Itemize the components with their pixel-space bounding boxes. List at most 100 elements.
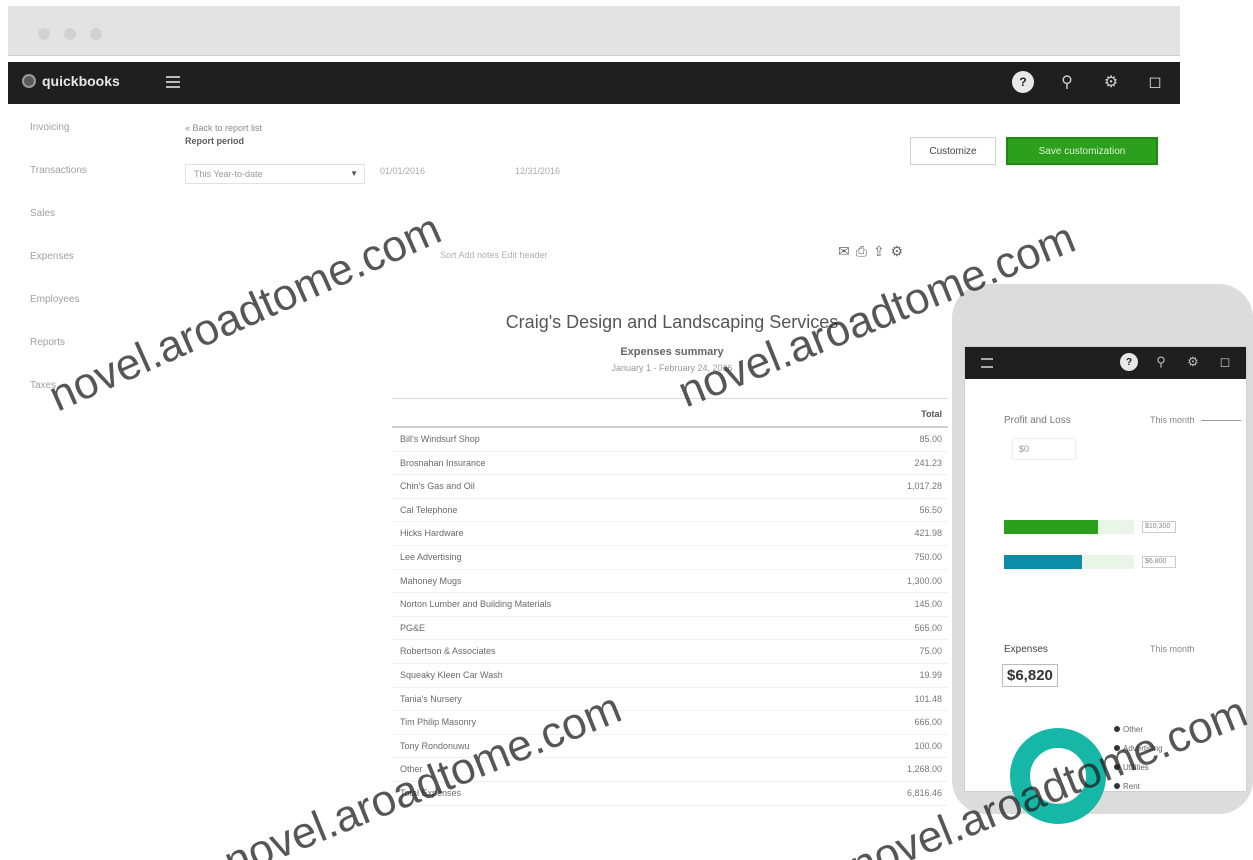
minimize-window-dot[interactable]: [64, 28, 76, 40]
email-icon[interactable]: ✉: [838, 243, 850, 260]
row-amount[interactable]: 241.23: [914, 458, 942, 468]
row-amount[interactable]: 19.99: [919, 670, 942, 680]
report-settings-icon[interactable]: ⚙: [891, 243, 904, 260]
search-icon[interactable]: ⚲: [1056, 71, 1078, 93]
profit-loss-value: $0: [1012, 438, 1076, 460]
sidebar-item-taxes[interactable]: Taxes: [30, 376, 140, 419]
row-amount[interactable]: 565.00: [914, 623, 942, 633]
row-label: Robertson & Associates: [400, 646, 496, 657]
row-label: Squeaky Kleen Car Wash: [400, 669, 503, 680]
report-toolbar-text[interactable]: Sort Add notes Edit header: [440, 250, 548, 260]
total-column-header[interactable]: Total: [921, 409, 942, 419]
maximize-window-dot[interactable]: [90, 28, 102, 40]
row-amount[interactable]: 75.00: [919, 646, 942, 656]
donut-legend: Other Advertising Utilities Rent: [1114, 720, 1163, 796]
table-row[interactable]: Total Expenses 6,816.46: [392, 782, 948, 806]
customize-button[interactable]: Customize: [910, 137, 996, 165]
table-row[interactable]: Chin's Gas and Oil 1,017.28: [392, 475, 948, 499]
row-amount[interactable]: 6,816.46: [907, 788, 942, 798]
expenses-donut-chart[interactable]: [1004, 722, 1112, 830]
phone-menu-icon[interactable]: [981, 358, 993, 368]
row-label: Total Expenses: [400, 787, 462, 798]
sidebar-item-transactions[interactable]: Transactions: [30, 161, 140, 204]
sidebar-item-expenses[interactable]: Expenses: [30, 247, 140, 290]
row-label: Lee Advertising: [400, 551, 462, 562]
expenses-period-dropdown[interactable]: This month: [1150, 644, 1195, 654]
table-row[interactable]: Hicks Hardware 421.98: [392, 522, 948, 546]
table-row[interactable]: Squeaky Kleen Car Wash 19.99: [392, 664, 948, 688]
row-amount[interactable]: 56.50: [919, 505, 942, 515]
sidebar-item-reports[interactable]: Reports: [30, 333, 140, 376]
row-label: Chin's Gas and Oil: [400, 481, 475, 492]
header-actions: ? ⚲ ⚙ ◻: [1012, 71, 1166, 93]
notifications-icon[interactable]: ◻: [1144, 71, 1166, 93]
close-window-dot[interactable]: [38, 28, 50, 40]
table-row[interactable]: Robertson & Associates 75.00: [392, 640, 948, 664]
row-label: PG&E: [400, 622, 426, 633]
table-row[interactable]: Other 1,268.00: [392, 758, 948, 782]
table-row[interactable]: Tim Philip Masonry 666.00: [392, 711, 948, 735]
table-row[interactable]: Norton Lumber and Building Materials 145.…: [392, 593, 948, 617]
help-icon[interactable]: ?: [1012, 71, 1034, 93]
row-amount[interactable]: 1,017.28: [907, 481, 942, 491]
date-to-field[interactable]: 12/31/2016: [515, 166, 560, 176]
settings-icon[interactable]: ⚙: [1100, 71, 1122, 93]
legend-swatch-icon: [1114, 764, 1120, 770]
table-row[interactable]: Brosnahan Insurance 241.23: [392, 452, 948, 476]
window-controls[interactable]: [38, 28, 102, 40]
row-amount[interactable]: 1,300.00: [907, 576, 942, 586]
row-label: Bill's Windsurf Shop: [400, 434, 480, 444]
income-bar[interactable]: [1004, 520, 1134, 534]
report-toolbar-icons: ✉ ⎙ ⇪ ⚙: [838, 243, 903, 260]
report-period-select[interactable]: This Year-to-date ▼: [185, 164, 365, 184]
table-row[interactable]: Cal Telephone 56.50: [392, 499, 948, 523]
table-row[interactable]: Bill's Windsurf Shop 85.00: [392, 428, 948, 452]
legend-swatch-icon: [1114, 726, 1120, 732]
table-row[interactable]: Tony Rondonuwu 100.00: [392, 735, 948, 759]
sidebar-item-employees[interactable]: Employees: [30, 290, 140, 333]
row-amount[interactable]: 666.00: [914, 717, 942, 727]
menu-icon[interactable]: [166, 76, 180, 88]
profit-loss-label: Profit and Loss: [1004, 415, 1071, 426]
row-amount[interactable]: 1,268.00: [907, 764, 942, 774]
phone-settings-icon[interactable]: ⚙: [1184, 353, 1202, 371]
expenses-amount: $6,820: [1002, 664, 1058, 687]
legend-swatch-icon: [1114, 745, 1120, 751]
row-label: Norton Lumber and Building Materials: [400, 599, 552, 610]
row-label: Tania's Nursery: [400, 693, 462, 704]
expenses-bar[interactable]: [1004, 555, 1134, 569]
phone-notifications-icon[interactable]: ◻: [1216, 353, 1234, 371]
legend-label: Other: [1123, 725, 1144, 734]
income-bar-value: $10,300: [1142, 521, 1176, 533]
legend-swatch-icon: [1114, 783, 1120, 789]
row-amount[interactable]: 145.00: [914, 599, 942, 609]
legend-label: Rent: [1123, 782, 1140, 791]
sidebar-item-sales[interactable]: Sales: [30, 204, 140, 247]
row-amount[interactable]: 421.98: [914, 528, 942, 538]
row-amount[interactable]: 750.00: [914, 552, 942, 562]
export-icon[interactable]: ⇪: [873, 243, 885, 260]
phone-help-icon[interactable]: ?: [1120, 353, 1138, 371]
row-amount[interactable]: 85.00: [919, 434, 942, 444]
sidebar-item-invoicing[interactable]: Invoicing: [30, 118, 140, 161]
row-label: Tim Philip Masonry: [400, 717, 477, 728]
print-icon[interactable]: ⎙: [856, 243, 867, 260]
row-amount[interactable]: 100.00: [914, 741, 942, 751]
row-amount[interactable]: 101.48: [914, 694, 942, 704]
profit-loss-period-dropdown[interactable]: This month: [1150, 415, 1241, 425]
table-row[interactable]: Lee Advertising 750.00: [392, 546, 948, 570]
row-label: Cal Telephone: [400, 504, 458, 515]
date-from-field[interactable]: 01/01/2016: [380, 166, 425, 176]
legend-item: Advertising: [1114, 739, 1163, 758]
table-row[interactable]: Tania's Nursery 101.48: [392, 688, 948, 712]
save-customization-button[interactable]: Save customization: [1006, 137, 1158, 165]
legend-item: Utilities: [1114, 758, 1163, 777]
quickbooks-logo[interactable]: quickbooks: [22, 73, 120, 89]
row-label: Other: [400, 764, 423, 775]
phone-search-icon[interactable]: ⚲: [1152, 353, 1170, 371]
table-row[interactable]: PG&E 565.00: [392, 617, 948, 641]
browser-chrome: [8, 6, 1180, 56]
expenses-bar-value: $6,800: [1142, 556, 1176, 568]
back-to-reports-link[interactable]: « Back to report list: [185, 122, 262, 135]
table-row[interactable]: Mahoney Mugs 1,300.00: [392, 570, 948, 594]
